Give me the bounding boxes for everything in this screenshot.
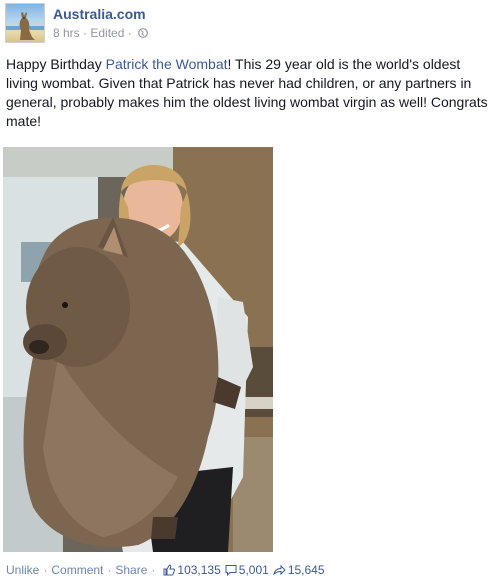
post-time[interactable]: 8 hrs bbox=[53, 26, 80, 40]
edited-label[interactable]: Edited bbox=[90, 26, 124, 40]
post-action-bar: Unlike · Comment · Share · 103,135 5,001… bbox=[6, 563, 325, 577]
unlike-link[interactable]: Unlike bbox=[6, 563, 39, 577]
page-name-link[interactable]: Australia.com bbox=[53, 6, 146, 22]
kangaroo-avatar-icon[interactable] bbox=[5, 3, 45, 43]
action-separator: · bbox=[107, 563, 112, 577]
post-text-start: Happy Birthday bbox=[6, 56, 106, 72]
share-link[interactable]: Share bbox=[115, 563, 147, 577]
likes-count: 103,135 bbox=[177, 563, 221, 577]
action-separator: · bbox=[43, 563, 48, 577]
post-photo[interactable] bbox=[3, 147, 273, 552]
patrick-the-wombat-link[interactable]: Patrick the Wombat bbox=[106, 56, 228, 72]
action-separator: · bbox=[151, 563, 156, 577]
globe-icon[interactable] bbox=[138, 27, 148, 38]
comment-icon bbox=[225, 565, 237, 576]
meta-separator: · bbox=[127, 26, 132, 40]
facebook-post: Australia.com 8 hrs · Edited · Happy Bir… bbox=[0, 0, 500, 577]
post-meta: 8 hrs · Edited · bbox=[53, 26, 148, 40]
share-arrow-icon bbox=[272, 564, 286, 576]
likes-count-link[interactable]: 103,135 bbox=[163, 563, 221, 577]
meta-separator: · bbox=[83, 26, 88, 40]
shares-count-link[interactable]: 15,645 bbox=[272, 563, 325, 577]
comments-count: 5,001 bbox=[238, 563, 269, 577]
thumbs-up-icon bbox=[163, 564, 176, 576]
comment-link[interactable]: Comment bbox=[51, 563, 103, 577]
post-body: Happy Birthday Patrick the Wombat! This … bbox=[6, 55, 490, 131]
comments-count-link[interactable]: 5,001 bbox=[225, 563, 269, 577]
shares-count: 15,645 bbox=[287, 563, 325, 577]
